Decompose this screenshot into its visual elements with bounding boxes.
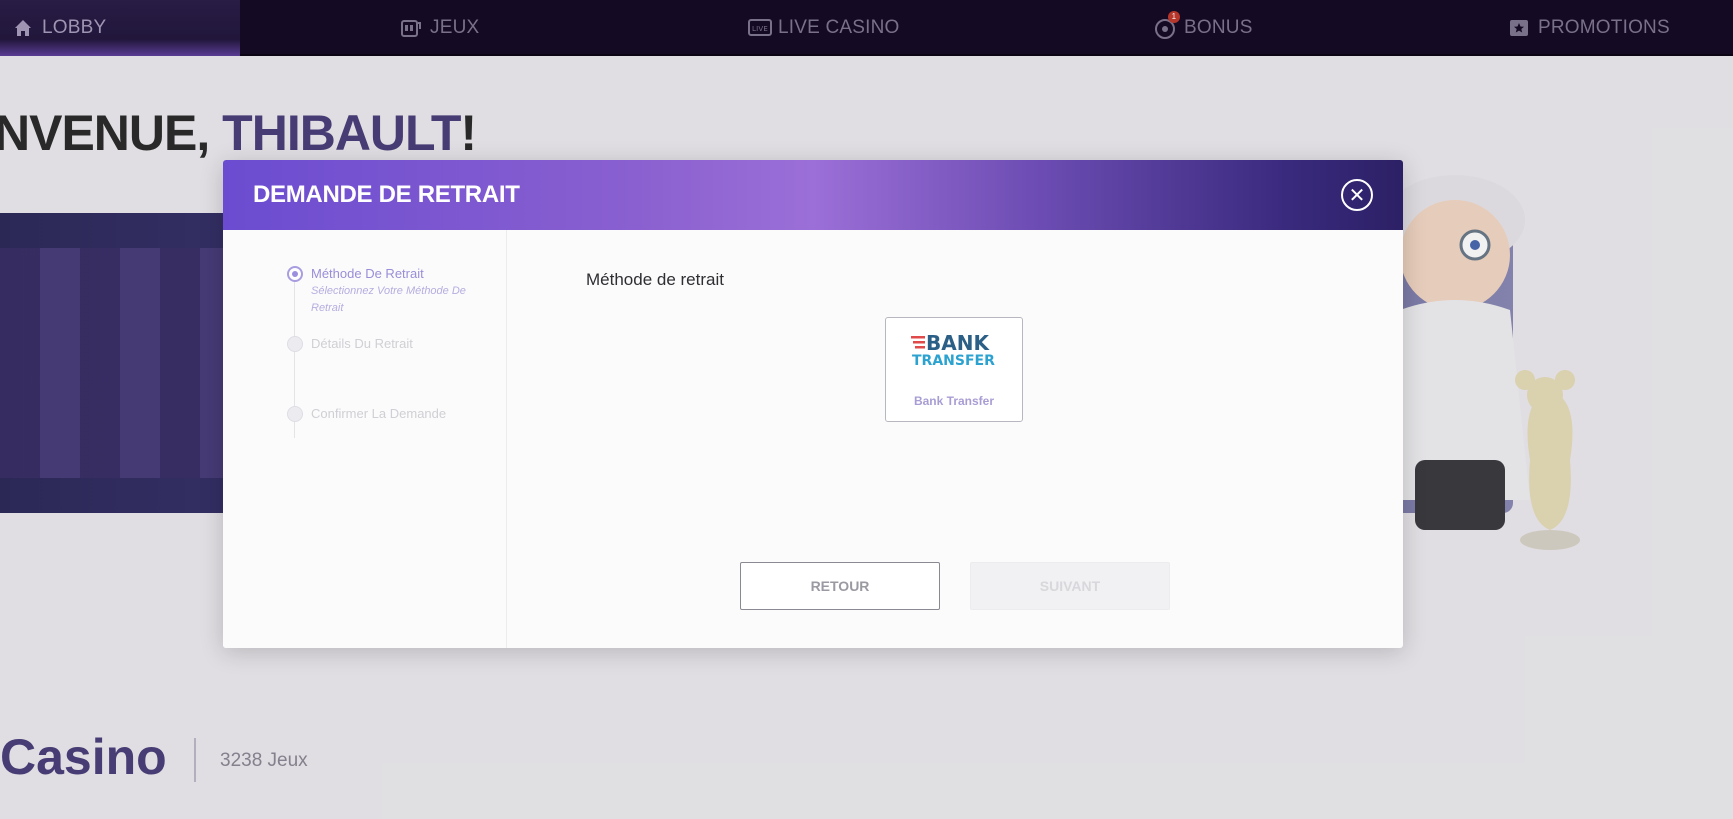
back-button[interactable]: RETOUR	[740, 562, 940, 610]
modal-content: Méthode de retrait BANK TRANSFER Bank Tr…	[507, 230, 1403, 648]
step-indicator	[287, 336, 303, 352]
next-button[interactable]: SUIVANT	[970, 562, 1170, 610]
step-label: Méthode De Retrait	[311, 266, 424, 281]
modal-header: DEMANDE DE RETRAIT ✕	[223, 160, 1403, 230]
modal-title: DEMANDE DE RETRAIT	[253, 181, 520, 208]
step-indicator	[287, 406, 303, 422]
method-heading: Méthode de retrait	[586, 270, 724, 289]
step-label: Détails Du Retrait	[311, 336, 413, 351]
close-button[interactable]: ✕	[1341, 179, 1373, 211]
logo-text-transfer: TRANSFER	[912, 353, 995, 366]
close-icon: ✕	[1348, 184, 1366, 207]
method-label: Bank Transfer	[913, 394, 995, 408]
bank-transfer-logo: BANK TRANSFER	[911, 332, 995, 366]
step-indicator-active	[287, 266, 303, 282]
logo-text-bank: BANK	[926, 332, 990, 355]
withdrawal-modal: DEMANDE DE RETRAIT ✕ Méthode De Retrait …	[223, 160, 1403, 648]
step-sublabel: Sélectionnez Votre Méthode De Retrait	[311, 285, 466, 314]
bank-transfer-option[interactable]: BANK TRANSFER Bank Transfer	[885, 317, 1023, 422]
step-label: Confirmer La Demande	[311, 406, 447, 421]
steps-sidebar: Méthode De Retrait Sélectionnez Votre Mé…	[223, 230, 507, 648]
